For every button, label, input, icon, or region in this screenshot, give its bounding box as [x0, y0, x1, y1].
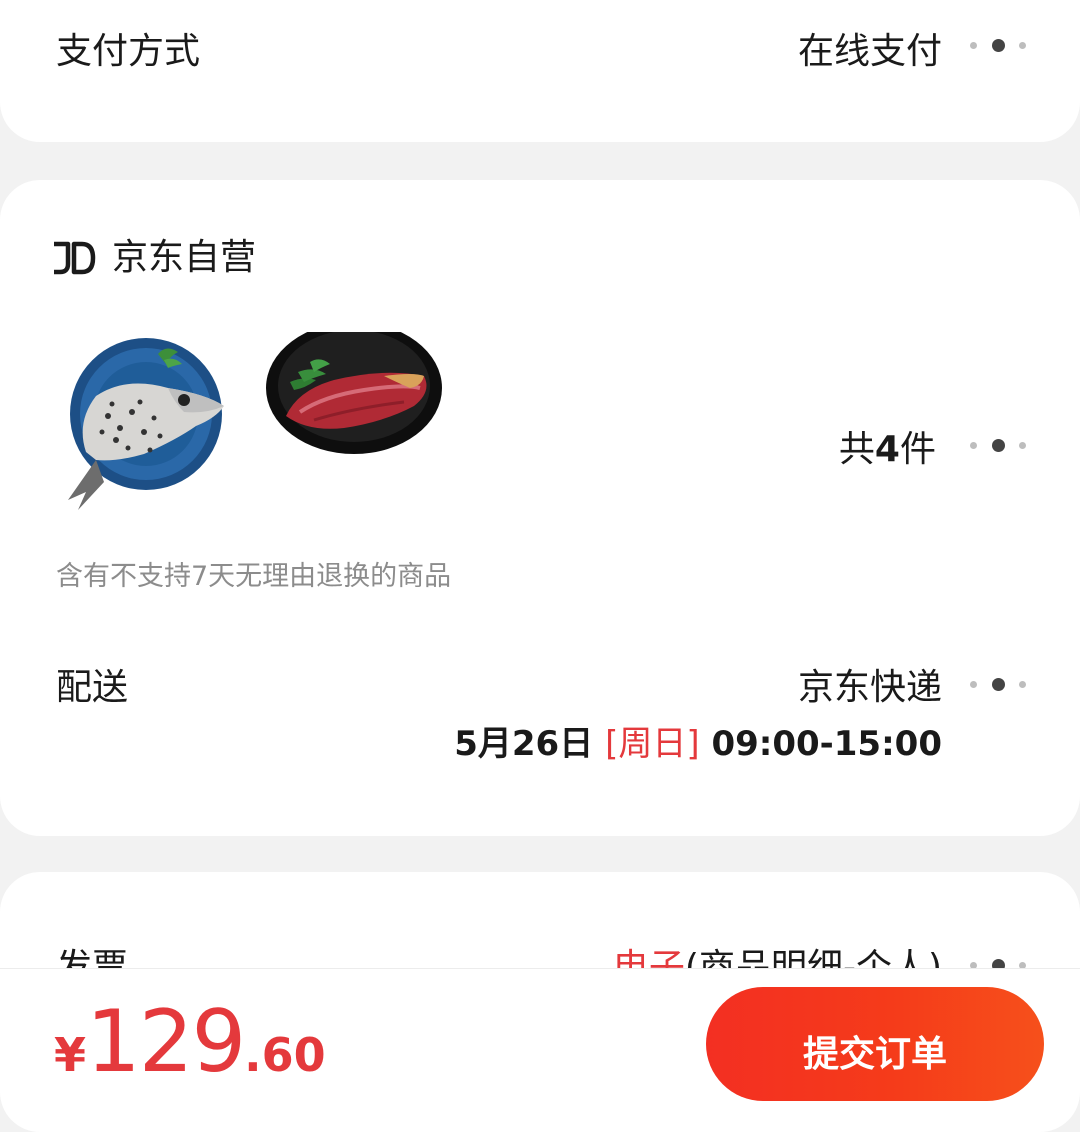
payment-card: 支付方式 在线支付: [0, 0, 1080, 142]
total-price: ¥129.60: [54, 999, 326, 1085]
delivery-weekday: [周日]: [605, 724, 700, 764]
item-count-number: 4: [874, 429, 900, 470]
submit-order-button[interactable]: 提交订单: [706, 987, 1044, 1101]
item-count-prefix: 共: [838, 429, 875, 470]
more-dots-icon[interactable]: [970, 677, 1026, 691]
delivery-method[interactable]: 京东快递: [798, 668, 942, 708]
more-dots-icon[interactable]: [970, 438, 1026, 452]
shop-name: 京东自营: [112, 237, 257, 278]
item-count-suffix: 件: [899, 429, 936, 470]
payment-method-label: 支付方式: [56, 31, 201, 72]
return-policy-note: 含有不支持7天无理由退换的商品: [56, 561, 452, 592]
price-integer: 129: [86, 992, 246, 1092]
more-dots-icon[interactable]: [970, 38, 1026, 52]
order-card: 京东自营 共4件 含有不支持7天无理由退换的商品 配送 京东快递 5月26日 […: [0, 180, 1080, 836]
checkout-bar: ¥129.60 提交订单: [0, 968, 1080, 1101]
delivery-time[interactable]: 5月26日 [周日] 09:00-15:00: [454, 724, 942, 764]
delivery-label: 配送: [56, 667, 129, 708]
payment-method-value[interactable]: 在线支付: [798, 32, 942, 72]
price-currency: ¥: [54, 1028, 87, 1082]
product-image-beef[interactable]: [264, 332, 444, 512]
jd-logo-icon: [54, 241, 96, 275]
delivery-time-range: 09:00-15:00: [711, 724, 942, 764]
product-image-salmon-head[interactable]: [56, 332, 236, 512]
delivery-date: 5月26日: [454, 724, 594, 764]
item-count[interactable]: 共4件: [839, 430, 936, 470]
price-decimal: .60: [244, 1028, 326, 1082]
